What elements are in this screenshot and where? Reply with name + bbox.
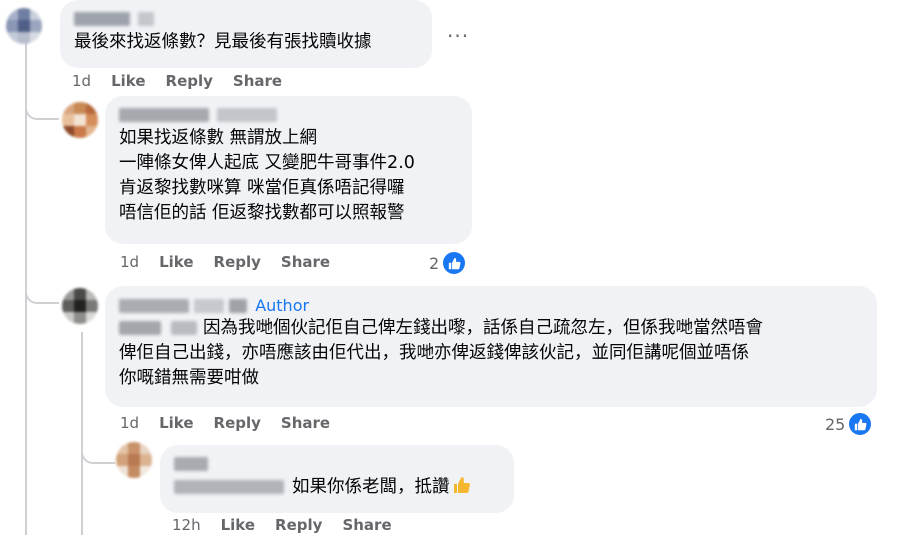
commenter-name[interactable]	[119, 296, 248, 315]
comment-actions: 1d Like Reply Share	[120, 414, 350, 432]
thread-branch-curve	[25, 96, 59, 120]
thread-line-sub	[81, 332, 83, 535]
comment-time[interactable]: 12h	[172, 516, 201, 534]
reply-button[interactable]: Reply	[166, 72, 213, 90]
reply-button[interactable]: Reply	[214, 414, 261, 432]
comment-bubble: 最後來找返條數？見最後有張找贖收據	[60, 0, 432, 68]
comment-text: 最後來找返條數？見最後有張找贖收據	[74, 32, 372, 52]
comment-text-content: 如果你係老闆，抵讚	[292, 477, 450, 497]
thumbs-up-icon	[847, 411, 874, 437]
comment-bubble: 如果你係老闆，抵讚	[160, 445, 514, 513]
comment-thread: 最後來找返條數？見最後有張找贖收據 ··· 1d Like Reply Shar…	[0, 0, 906, 535]
comment-text-line1: 因為我哋個伙記佢自己俾左錢出嚟，話係自己疏忽左，但係我哋當然唔會	[203, 318, 763, 338]
comment-bubble: Author 因為我哋個伙記佢自己俾左錢出嚟，話係自己疏忽左，但係我哋當然唔會 …	[105, 286, 877, 407]
thread-branch-curve	[81, 440, 115, 464]
comment-actions: 1d Like Reply Share	[120, 253, 350, 271]
commenter-name[interactable]	[74, 8, 418, 30]
comment-time[interactable]: 1d	[120, 414, 139, 432]
thumbs-up-emoji-icon	[452, 475, 472, 503]
reply-button[interactable]: Reply	[275, 516, 322, 534]
like-button[interactable]: Like	[159, 253, 193, 271]
reaction-count: 25	[825, 414, 846, 434]
comment-bubble: 如果找返條數 無謂放上網 一陣條女俾人起底 又變肥牛哥事件2.0 肯返黎找數咪算…	[105, 96, 472, 244]
reaction-summary[interactable]: 2	[429, 250, 468, 276]
avatar[interactable]	[62, 288, 98, 324]
like-button[interactable]: Like	[111, 72, 145, 90]
commenter-name[interactable]	[119, 104, 458, 126]
reaction-summary[interactable]: 25	[825, 411, 874, 437]
share-button[interactable]: Share	[281, 253, 330, 271]
share-button[interactable]: Share	[233, 72, 282, 90]
share-button[interactable]: Share	[342, 516, 391, 534]
thread-branch-curve	[25, 280, 59, 304]
commenter-name[interactable]	[174, 453, 500, 475]
reply-button[interactable]: Reply	[214, 253, 261, 271]
avatar[interactable]	[6, 8, 42, 44]
comment-actions: 12h Like Reply Share	[172, 516, 412, 534]
comment-time[interactable]: 1d	[120, 253, 139, 271]
like-button[interactable]: Like	[159, 414, 193, 432]
comment-time[interactable]: 1d	[72, 72, 91, 90]
thumbs-up-icon	[441, 250, 468, 276]
author-badge: Author	[255, 295, 310, 315]
like-button[interactable]: Like	[221, 516, 255, 534]
avatar[interactable]	[62, 102, 98, 138]
comment-text: 如果找返條數 無謂放上網 一陣條女俾人起底 又變肥牛哥事件2.0 肯返黎找數咪算…	[119, 128, 415, 223]
comment-text-rest: 俾佢自己出錢，亦唔應該由佢代出，我哋亦俾返錢俾該伙記，並同佢講呢個並唔係 你嘅錯…	[119, 343, 749, 388]
comment-text: 因為我哋個伙記佢自己俾左錢出嚟，話係自己疏忽左，但係我哋當然唔會 俾佢自己出錢，…	[119, 316, 863, 391]
share-button[interactable]: Share	[281, 414, 330, 432]
commenter-name-row: Author	[119, 294, 863, 316]
comment-text: 如果你係老闆，抵讚	[174, 475, 500, 503]
avatar[interactable]	[116, 442, 152, 478]
reaction-count: 2	[429, 253, 440, 273]
comment-actions: 1d Like Reply Share	[72, 72, 302, 90]
more-options-button[interactable]: ···	[447, 24, 469, 48]
